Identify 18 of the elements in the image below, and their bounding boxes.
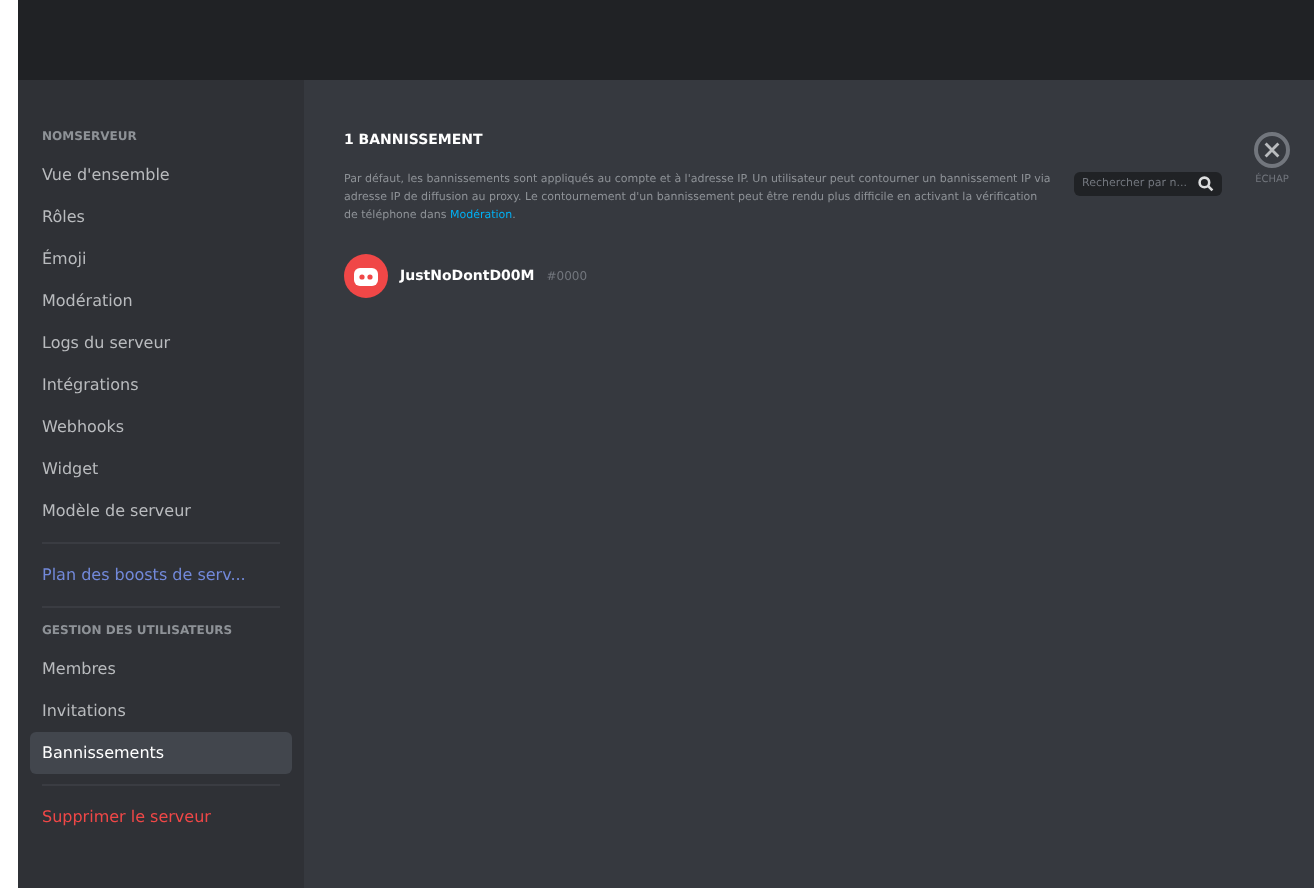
- search-icon: [1198, 176, 1214, 192]
- sidebar-item[interactable]: Webhooks: [30, 406, 292, 448]
- close-icon: [1264, 142, 1280, 158]
- close-button[interactable]: [1254, 132, 1290, 168]
- sidebar-item[interactable]: Modèle de serveur: [30, 490, 292, 532]
- sidebar-item[interactable]: Émoji: [30, 238, 292, 280]
- sidebar-item[interactable]: Membres: [30, 648, 292, 690]
- sidebar-item[interactable]: Rôles: [30, 196, 292, 238]
- sidebar-item[interactable]: Intégrations: [30, 364, 292, 406]
- avatar-icon: [344, 254, 388, 298]
- sidebar-item[interactable]: Widget: [30, 448, 292, 490]
- sidebar-item[interactable]: Logs du serveur: [30, 322, 292, 364]
- sidebar-item[interactable]: Vue d'ensemble: [30, 154, 292, 196]
- sidebar-item[interactable]: Invitations: [30, 690, 292, 732]
- sidebar-item[interactable]: Supprimer le serveur: [30, 796, 292, 838]
- sidebar-item[interactable]: Plan des boosts de serv...: [30, 554, 292, 596]
- sidebar-item[interactable]: Bannissements: [30, 732, 292, 774]
- sidebar-item[interactable]: Modération: [30, 280, 292, 322]
